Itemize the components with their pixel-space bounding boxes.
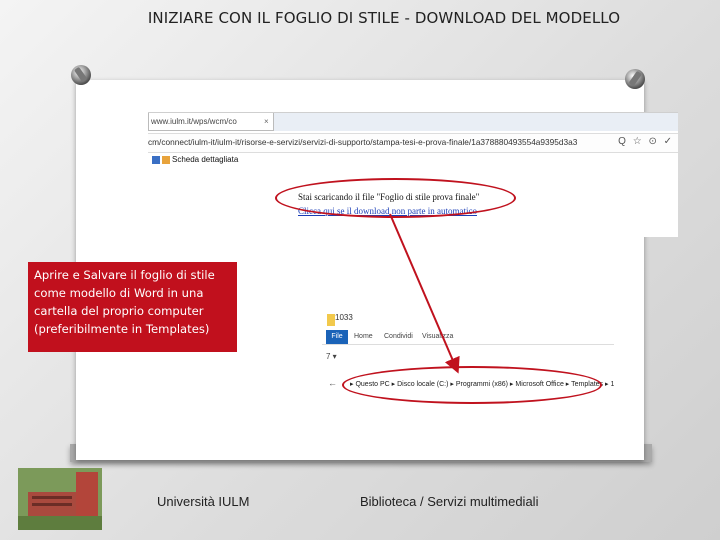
ribbon-share-tab[interactable]: Condividi bbox=[384, 333, 413, 340]
url-text: cm/connect/iulm-it/iulm-it/risorse-e-ser… bbox=[148, 137, 578, 147]
tab-label: www.iulm.it/wps/wcm/co bbox=[151, 117, 237, 126]
pushpin-icon bbox=[625, 69, 645, 89]
browser-screenshot: www.iulm.it/wps/wcm/co × cm/connect/iulm… bbox=[148, 112, 678, 237]
tab-bar: www.iulm.it/wps/wcm/co × bbox=[148, 113, 678, 131]
app-icon bbox=[152, 156, 160, 164]
slide-title: INIZIARE CON IL FOGLIO DI STILE - DOWNLO… bbox=[147, 9, 621, 27]
bookmark-item[interactable]: Scheda dettagliata bbox=[172, 155, 238, 164]
browser-tab[interactable]: www.iulm.it/wps/wcm/co × bbox=[148, 113, 274, 131]
folder-icon bbox=[162, 156, 170, 164]
bookmark-bar: Scheda dettagliata bbox=[148, 153, 678, 167]
back-arrow-icon[interactable]: ← bbox=[328, 378, 337, 388]
ribbon-view-tab[interactable]: Visualizza bbox=[422, 333, 453, 340]
university-building-logo bbox=[18, 468, 102, 530]
footer-library: Biblioteca / Servizi multimediali bbox=[360, 494, 539, 509]
highlight-oval-download bbox=[275, 178, 516, 218]
quick-access[interactable]: 7 ▾ bbox=[326, 352, 337, 361]
address-bar[interactable]: cm/connect/iulm-it/iulm-it/risorse-e-ser… bbox=[148, 133, 678, 153]
close-icon[interactable]: × bbox=[264, 113, 269, 131]
pushpin-icon bbox=[71, 65, 91, 85]
ribbon-file-tab[interactable]: File bbox=[326, 330, 348, 344]
instruction-box: Aprire e Salvare il foglio di stile come… bbox=[28, 262, 237, 352]
footer-university: Università IULM bbox=[157, 494, 250, 509]
highlight-oval-path bbox=[342, 366, 602, 404]
window-name: 1033 bbox=[335, 313, 353, 322]
ribbon-home-tab[interactable]: Home bbox=[354, 333, 373, 340]
toolbar-icons[interactable]: Q ☆ ⊙ ✓ bbox=[618, 136, 674, 147]
